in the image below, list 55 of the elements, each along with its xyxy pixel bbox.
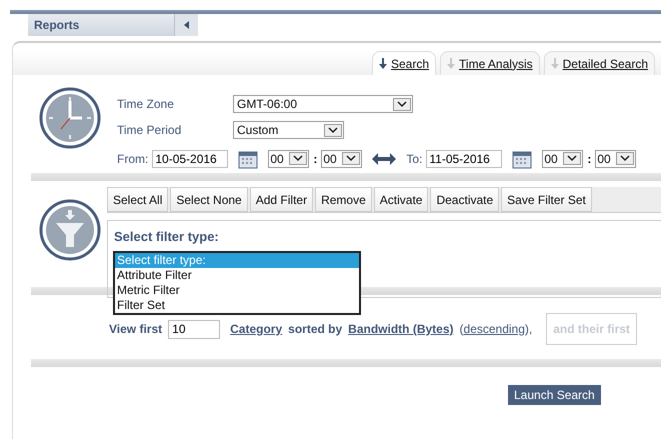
secondary-text: and their first (553, 322, 630, 336)
toolbar-button[interactable]: Select None (170, 187, 248, 212)
sidebar-title: Reports (33, 18, 80, 32)
list-option[interactable]: Metric Filter (115, 283, 359, 298)
category-link[interactable]: Category (230, 322, 282, 336)
paren-text: ), (524, 322, 532, 336)
time-zone-dropdown[interactable]: GMT-06:00 (233, 95, 413, 114)
metric-link[interactable]: Bandwidth (Bytes) (348, 322, 454, 336)
chevron-down-icon (616, 152, 634, 166)
calendar-icon[interactable] (512, 148, 532, 169)
count-field[interactable]: 10 (168, 320, 220, 338)
chevron-down-icon (563, 152, 582, 166)
to-minute-dropdown[interactable]: 00 (595, 150, 636, 168)
chevron-down-icon (342, 152, 360, 166)
toolbar-button[interactable]: Deactivate (430, 187, 500, 212)
time-period-label: Time Period (117, 123, 182, 138)
from-hour-dropdown[interactable]: 00 (268, 150, 310, 168)
from-minute-dropdown[interactable]: 00 (321, 150, 362, 168)
calendar-icon[interactable] (238, 148, 258, 169)
from-label: From: (117, 152, 148, 166)
view-first-label: View first (109, 322, 162, 336)
funnel-icon (39, 199, 101, 261)
launch-search-button[interactable]: Launch Search (508, 385, 601, 405)
list-option[interactable]: Attribute Filter (115, 268, 359, 283)
toolbar-button[interactable]: Add Filter (250, 187, 314, 212)
sorted-by-label: sorted by (288, 322, 342, 336)
order-link[interactable]: descending (464, 322, 525, 336)
time-separator: : (313, 152, 318, 166)
clock-icon (39, 87, 101, 149)
toolbar-button[interactable]: Activate (374, 187, 428, 212)
toolbar-button[interactable]: Save Filter Set (501, 187, 592, 212)
chevron-down-icon (324, 124, 342, 137)
tab[interactable]: Detailed Search (544, 51, 655, 75)
tab[interactable]: Time Analysis (440, 51, 540, 75)
toolbar-button[interactable]: Remove (315, 187, 372, 212)
time-zone-label: Time Zone (117, 97, 175, 112)
down-arrow-icon (550, 58, 559, 69)
to-label: To: (406, 152, 422, 166)
to-hour-dropdown[interactable]: 00 (542, 150, 584, 168)
left-triangle-icon (182, 20, 190, 30)
list-option[interactable]: Filter Set (115, 298, 359, 313)
chevron-down-icon (393, 98, 411, 111)
tab[interactable]: Search (372, 51, 436, 75)
chevron-down-icon (289, 152, 308, 166)
time-separator: : (587, 152, 592, 166)
to-date-field[interactable]: 11-05-2016 (426, 150, 502, 168)
paren-text: ( (460, 322, 464, 336)
time-period-dropdown[interactable]: Custom (233, 121, 344, 140)
double-arrow-icon (372, 152, 396, 165)
down-arrow-icon (447, 58, 456, 69)
filter-heading: Select filter type: (114, 229, 219, 244)
collapse-button[interactable] (174, 14, 198, 36)
from-date-field[interactable]: 10-05-2016 (152, 150, 228, 168)
toolbar-button[interactable]: Select All (107, 187, 168, 212)
down-arrow-icon (379, 58, 387, 69)
